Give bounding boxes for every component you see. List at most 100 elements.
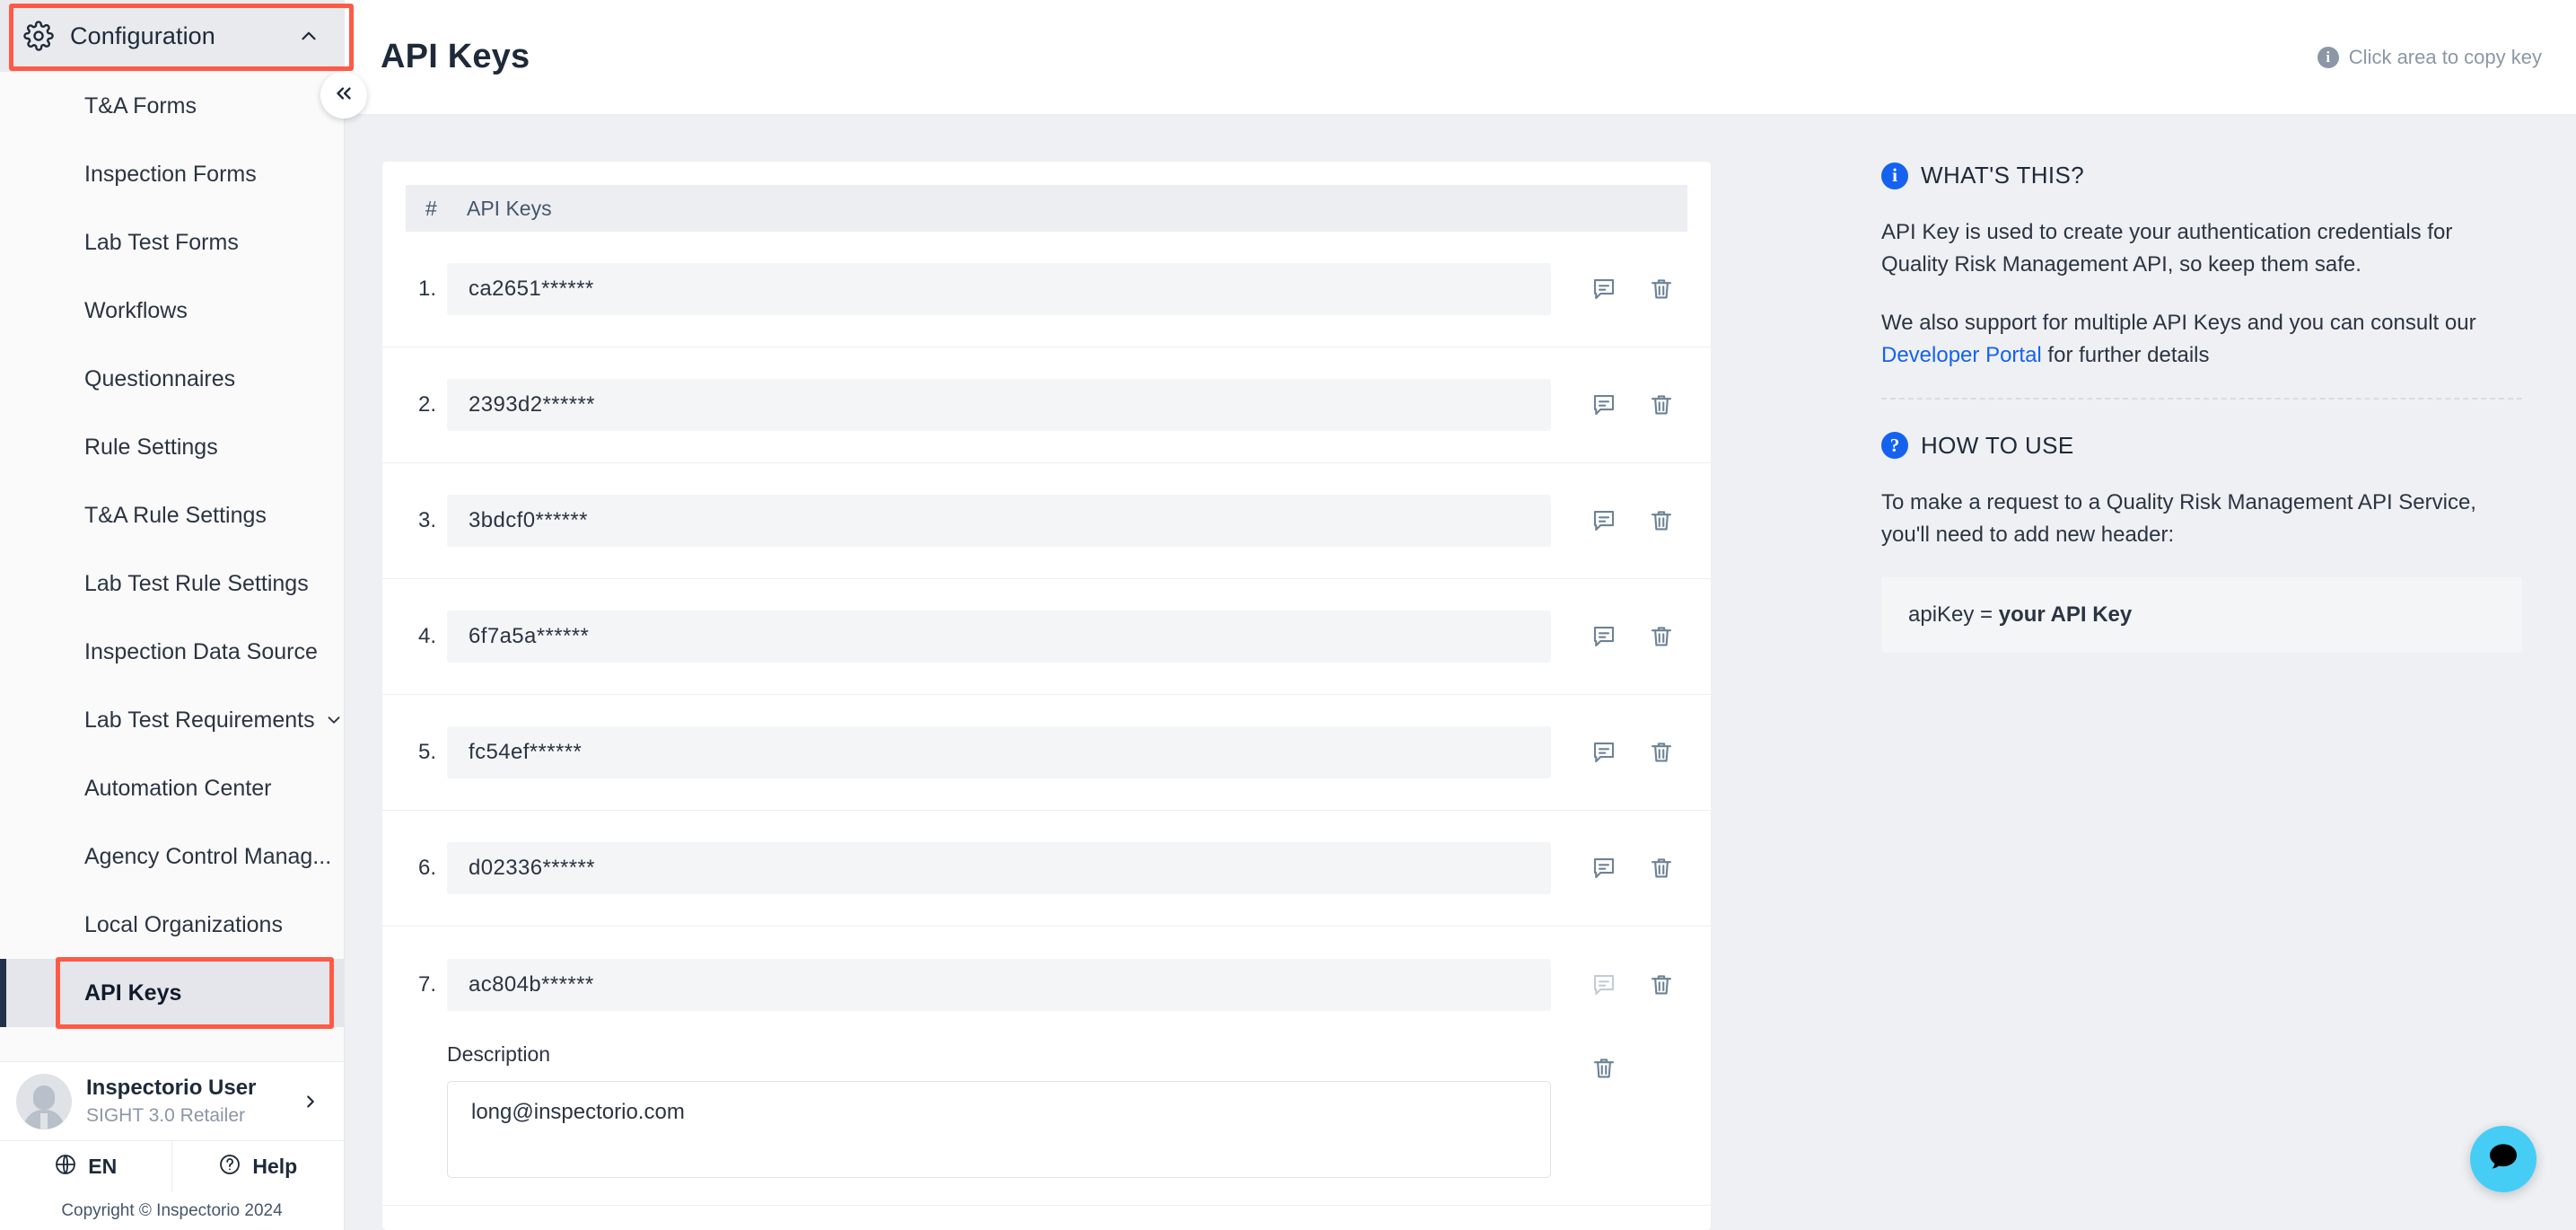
- paragraph-text-before: We also support for multiple API Keys an…: [1881, 310, 2476, 335]
- comment-icon[interactable]: [1590, 855, 1617, 882]
- help-button[interactable]: Help: [172, 1141, 345, 1192]
- column-header-index: #: [425, 196, 437, 220]
- sidebar-item-rule-settings[interactable]: Rule Settings: [0, 413, 344, 481]
- table-row: 1. ca2651******: [382, 232, 1711, 347]
- sidebar-item-lab-test-rule-settings[interactable]: Lab Test Rule Settings: [0, 549, 344, 618]
- comment-icon[interactable]: [1590, 623, 1617, 650]
- sidebar-item-label: Agency Control Manag...: [84, 843, 332, 869]
- main-area: API Keys i Click area to copy key # API …: [345, 0, 2576, 1230]
- api-key-value[interactable]: fc54ef******: [447, 726, 1551, 778]
- row-actions: [1590, 623, 1687, 650]
- description-input[interactable]: long@inspectorio.com: [447, 1081, 1551, 1178]
- whats-this-header: i WHAT'S THIS?: [1881, 162, 2522, 189]
- how-to-use-header: ? HOW TO USE: [1881, 432, 2522, 460]
- sidebar-item-label: Lab Test Rule Settings: [84, 570, 309, 596]
- sidebar-collapse-button[interactable]: [320, 72, 367, 119]
- table-row: 8. 9bb360******: [382, 1206, 1711, 1230]
- delete-icon[interactable]: [1648, 623, 1675, 650]
- sidebar-item-label: Workflows: [84, 297, 188, 323]
- table-row: 3. 3bdcf0******: [382, 463, 1711, 579]
- language-switcher[interactable]: EN: [0, 1141, 172, 1192]
- sidebar-item-lab-test-requirements[interactable]: Lab Test Requirements: [0, 686, 344, 754]
- code-prefix: apiKey =: [1908, 602, 1999, 627]
- user-profile[interactable]: Inspectorio User SIGHT 3.0 Retailer: [0, 1061, 344, 1140]
- sidebar: Configuration T&A Forms Inspection Forms…: [0, 0, 367, 1230]
- comment-icon[interactable]: [1590, 739, 1617, 766]
- sidebar-item-inspection-forms[interactable]: Inspection Forms: [0, 140, 344, 208]
- sidebar-item-label: Lab Test Requirements: [84, 707, 315, 733]
- row-index: 4.: [418, 624, 437, 648]
- row-index: 3.: [418, 508, 437, 532]
- code-value: your API Key: [1998, 602, 2133, 627]
- chat-support-button[interactable]: [2470, 1126, 2537, 1192]
- comment-icon[interactable]: [1590, 276, 1617, 303]
- row-actions: [1590, 739, 1687, 766]
- row-index: 5.: [418, 740, 437, 764]
- table-row: 5. fc54ef******: [382, 695, 1711, 811]
- delete-icon[interactable]: [1648, 739, 1675, 766]
- table-row: 7. ac804b******: [382, 927, 1711, 1042]
- chevrons-left-icon: [332, 82, 355, 110]
- description-label: Description: [447, 1042, 551, 1066]
- api-key-value[interactable]: 6f7a5a******: [447, 611, 1551, 663]
- delete-icon[interactable]: [1590, 1055, 1617, 1082]
- chat-bubble-icon: [2485, 1139, 2521, 1180]
- api-key-value[interactable]: ca2651******: [447, 263, 1551, 315]
- paragraph-text-after: for further details: [2041, 343, 2210, 368]
- api-key-value[interactable]: ac804b******: [447, 958, 1551, 1011]
- delete-icon[interactable]: [1648, 276, 1675, 303]
- copy-key-hint: i Click area to copy key: [2317, 46, 2542, 69]
- api-key-value[interactable]: d02336******: [447, 842, 1551, 894]
- info-panel: i WHAT'S THIS? API Key is used to create…: [1711, 162, 2576, 1230]
- developer-portal-link[interactable]: Developer Portal: [1881, 343, 2042, 367]
- sidebar-item-workflows[interactable]: Workflows: [0, 277, 344, 345]
- sidebar-item-ta-rule-settings[interactable]: T&A Rule Settings: [0, 481, 344, 549]
- description-actions: [1590, 1042, 1687, 1082]
- chevron-right-icon[interactable]: [301, 1092, 320, 1111]
- api-key-value[interactable]: 2393d2******: [447, 379, 1551, 431]
- content-area: # API Keys 1. ca2651****** 2. 2393d2****…: [345, 115, 2576, 1230]
- sidebar-item-agency-control-management[interactable]: Agency Control Manag...: [0, 822, 344, 891]
- info-icon: i: [1881, 162, 1908, 189]
- comment-icon[interactable]: [1590, 391, 1617, 418]
- column-header-api-keys: API Keys: [467, 196, 552, 220]
- sidebar-item-lab-test-forms[interactable]: Lab Test Forms: [0, 208, 344, 277]
- sidebar-item-questionnaires[interactable]: Questionnaires: [0, 345, 344, 413]
- info-icon: i: [2317, 46, 2339, 68]
- row-actions: [1590, 391, 1687, 418]
- comment-icon[interactable]: [1590, 971, 1617, 998]
- row-actions: [1590, 855, 1687, 882]
- sidebar-item-label: Inspection Forms: [84, 161, 257, 187]
- sidebar-item-label: Rule Settings: [84, 434, 218, 460]
- chevron-up-icon[interactable]: [297, 24, 320, 48]
- sidebar-item-label: T&A Forms: [84, 92, 197, 119]
- sidebar-item-automation-center[interactable]: Automation Center: [0, 754, 344, 822]
- row-actions: [1590, 971, 1687, 998]
- sidebar-item-api-keys[interactable]: API Keys: [0, 959, 344, 1027]
- avatar: [16, 1073, 72, 1129]
- sidebar-section-configuration[interactable]: Configuration: [0, 0, 344, 72]
- gear-icon: [23, 21, 54, 51]
- chevron-down-icon: [324, 710, 344, 730]
- sidebar-item-label: Inspection Data Source: [84, 638, 318, 664]
- delete-icon[interactable]: [1648, 507, 1675, 534]
- sidebar-item-ta-forms[interactable]: T&A Forms: [0, 72, 344, 140]
- sidebar-item-local-organizations[interactable]: Local Organizations: [0, 891, 344, 959]
- section-divider: [1881, 397, 2522, 400]
- sidebar-item-label: T&A Rule Settings: [84, 502, 267, 528]
- whats-this-paragraph-2: We also support for multiple API Keys an…: [1881, 307, 2522, 373]
- globe-icon: [54, 1153, 77, 1182]
- row-actions: [1590, 507, 1687, 534]
- delete-icon[interactable]: [1648, 855, 1675, 882]
- api-key-value[interactable]: 3bdcf0******: [447, 495, 1551, 547]
- comment-icon[interactable]: [1590, 507, 1617, 534]
- sidebar-item-label: Local Organizations: [84, 911, 283, 937]
- sidebar-item-inspection-data-source[interactable]: Inspection Data Source: [0, 618, 344, 686]
- topbar: API Keys i Click area to copy key: [345, 0, 2576, 115]
- delete-icon[interactable]: [1648, 391, 1675, 418]
- delete-icon[interactable]: [1648, 971, 1675, 998]
- row-index: 7.: [418, 971, 437, 997]
- sidebar-item-label: Automation Center: [84, 775, 272, 801]
- app-root: Configuration T&A Forms Inspection Forms…: [0, 0, 2576, 1230]
- description-block: Description long@inspectorio.com: [382, 1042, 1711, 1206]
